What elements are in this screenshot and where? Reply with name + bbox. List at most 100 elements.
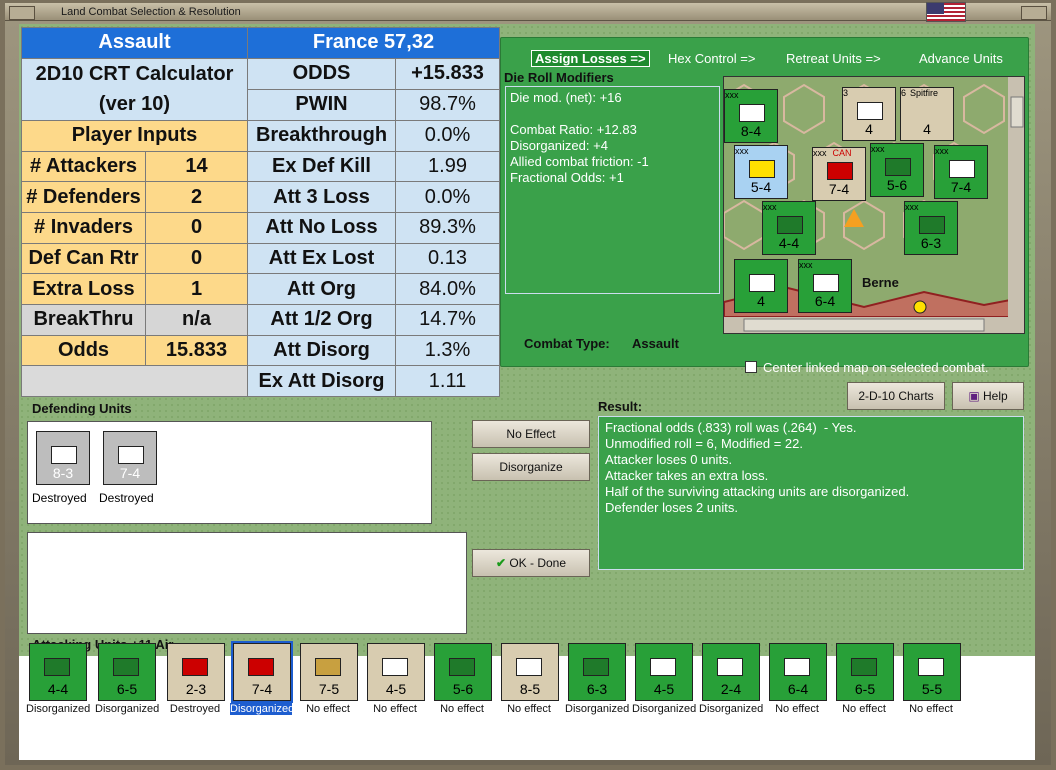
- armor-icon: [827, 162, 853, 180]
- unit-counter: 6-3: [568, 643, 626, 701]
- attacking-unit[interactable]: 6-3 Disorganized: [565, 643, 630, 715]
- attacking-unit[interactable]: 8-5 No effect: [498, 643, 560, 715]
- attacking-unit[interactable]: 5-5 No effect: [900, 643, 962, 715]
- armor-icon: [44, 658, 70, 676]
- combat-type-header: Assault: [21, 27, 248, 59]
- unit-counter: 4-4: [29, 643, 87, 701]
- armor-icon: [777, 216, 803, 234]
- input-label: # Defenders: [21, 181, 146, 213]
- attacking-unit[interactable]: 7-4 Disorganized: [230, 641, 294, 715]
- map-counter[interactable]: xxx 4-4: [762, 201, 816, 255]
- artillery-icon: [918, 658, 944, 676]
- city-label: Berne: [862, 275, 899, 290]
- close-button[interactable]: [1021, 6, 1047, 20]
- defending-heading: Defending Units: [32, 401, 132, 416]
- unit-status: No effect: [440, 703, 484, 715]
- tab-assign-losses[interactable]: Assign Losses =>: [531, 50, 650, 67]
- input-label: # Attackers: [21, 150, 146, 183]
- input-value: 2: [145, 181, 248, 213]
- attacking-unit[interactable]: 2-4 Disorganized: [699, 643, 764, 715]
- result-label: Ex Def Kill: [247, 150, 396, 183]
- checkmark-icon: ✔: [495, 556, 510, 570]
- tab-advance-units[interactable]: Advance Units: [919, 51, 1003, 66]
- window-menu-button[interactable]: [9, 6, 35, 20]
- defending-unit[interactable]: 7-4: [103, 431, 157, 485]
- map-counter[interactable]: xxx CAN 7-4: [812, 147, 866, 201]
- result-label: Ex Att Disorg: [247, 365, 396, 397]
- combat-type-value: Assault: [632, 336, 679, 351]
- unit-counter: 6-5: [836, 643, 894, 701]
- input-label: Odds: [21, 334, 146, 367]
- charts-button[interactable]: 2-D-10 Charts: [847, 382, 945, 410]
- unit-counter: 7-5: [300, 643, 358, 701]
- result-value: 0.0%: [395, 120, 500, 152]
- map-counter[interactable]: 34: [842, 87, 896, 141]
- infantry-icon: [919, 216, 945, 234]
- attacking-unit[interactable]: 4-5 No effect: [364, 643, 426, 715]
- result-label: Breakthrough: [247, 120, 396, 152]
- unit-counter: 5-5: [903, 643, 961, 701]
- empty-cell: [21, 365, 248, 397]
- unit-counter: 6-5: [98, 643, 156, 701]
- book-icon: ▣: [968, 389, 983, 403]
- attacking-unit[interactable]: 7-5 No effect: [297, 643, 359, 715]
- attacking-unit[interactable]: 4-5 Disorganized: [632, 643, 696, 715]
- armor-icon: [315, 658, 341, 676]
- attacking-unit[interactable]: 2-3 Destroyed: [164, 643, 226, 715]
- result-label: Att Ex Lost: [247, 242, 396, 275]
- input-value: 15.833: [145, 334, 248, 367]
- unit-counter: 6-4: [769, 643, 827, 701]
- infantry-icon: [583, 658, 609, 676]
- map-counter[interactable]: 6 Spitfire 4: [900, 87, 954, 141]
- help-button[interactable]: ▣ Help: [952, 382, 1024, 410]
- tab-hex-control[interactable]: Hex Control =>: [668, 51, 755, 66]
- map-counter[interactable]: xxx 8-4: [724, 89, 778, 143]
- unit-status: Destroyed: [32, 491, 87, 505]
- ok-done-button[interactable]: ✔ OK - Done: [472, 549, 590, 577]
- input-value: 0: [145, 211, 248, 244]
- infantry-icon: [51, 446, 77, 464]
- mountain-icon: [813, 274, 839, 292]
- input-label: Def Can Rtr: [21, 242, 146, 275]
- armor-icon: [851, 658, 877, 676]
- map-counter[interactable]: xxx 7-4: [934, 145, 988, 199]
- result-value: 1.11: [395, 365, 500, 397]
- unit-status: Disorganized: [95, 703, 160, 715]
- unit-counter: 7-4: [231, 641, 293, 703]
- map-counter[interactable]: xxx 6-3: [904, 201, 958, 255]
- result-label: Att No Loss: [247, 211, 396, 244]
- calculator-title: 2D10 CRT Calculator (ver 10): [21, 57, 248, 122]
- unit-status: Disorganized: [26, 703, 91, 715]
- center-map-checkbox[interactable]: [745, 361, 757, 373]
- die-roll-heading: Die Roll Modifiers: [504, 70, 614, 85]
- result-label: Att Org: [247, 273, 396, 305]
- combat-type-label: Combat Type:: [524, 336, 610, 351]
- unit-status: Disorganized: [565, 703, 630, 715]
- map-counter[interactable]: xxx 6-4: [798, 259, 852, 313]
- no-effect-button[interactable]: No Effect: [472, 420, 590, 448]
- input-label: # Invaders: [21, 211, 146, 244]
- tab-retreat-units[interactable]: Retreat Units =>: [786, 51, 881, 66]
- attacking-unit[interactable]: 6-5 No effect: [833, 643, 895, 715]
- attacking-unit[interactable]: 6-4 No effect: [766, 643, 828, 715]
- map-counter[interactable]: xxx 5-6: [870, 143, 924, 197]
- result-label: Att Disorg: [247, 334, 396, 367]
- result-value: 1.99: [395, 150, 500, 183]
- infantry-icon: [516, 658, 542, 676]
- unit-status: Disorganized: [699, 703, 764, 715]
- attacking-unit[interactable]: 5-6 No effect: [431, 643, 493, 715]
- title-bar[interactable]: Land Combat Selection & Resolution: [5, 3, 1051, 21]
- map-counter[interactable]: 4: [734, 259, 788, 313]
- linked-map[interactable]: xxx 8-4 34 6 Spitfire 4 xxx 5-4 xxx CAN 7-4 xx…: [723, 76, 1025, 334]
- armor-icon: [885, 158, 911, 176]
- defending-unit[interactable]: 8-3: [36, 431, 90, 485]
- fighter-icon: [857, 102, 883, 120]
- attacking-unit[interactable]: 4-4 Disorganized: [26, 643, 91, 715]
- map-counter[interactable]: xxx 5-4: [734, 145, 788, 199]
- disorganize-button[interactable]: Disorganize: [472, 453, 590, 481]
- infantry-icon: [749, 160, 775, 178]
- infantry-icon: [118, 446, 144, 464]
- attacking-unit[interactable]: 6-5 Disorganized: [95, 643, 160, 715]
- armor-icon: [449, 658, 475, 676]
- unit-status: No effect: [842, 703, 886, 715]
